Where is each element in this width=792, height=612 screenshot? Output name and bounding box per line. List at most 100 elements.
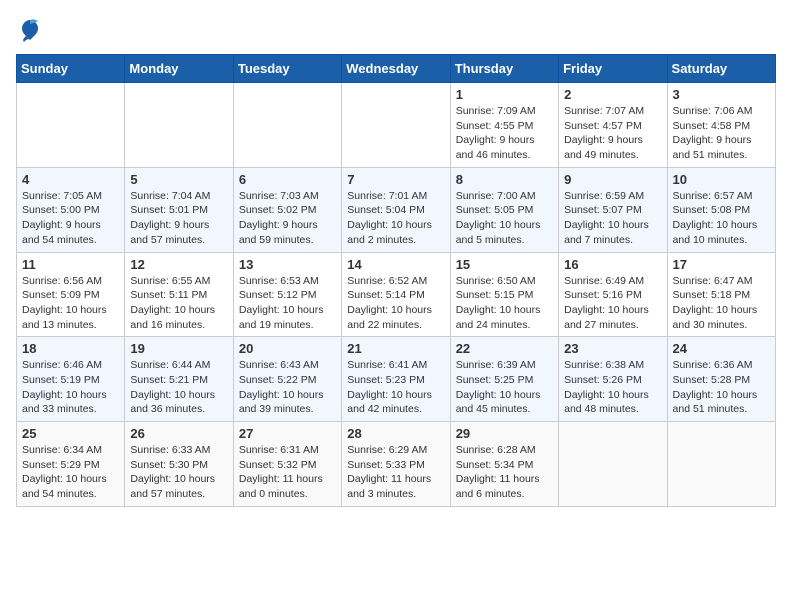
- day-number: 18: [22, 341, 119, 356]
- day-info: Sunrise: 6:52 AM Sunset: 5:14 PM Dayligh…: [347, 274, 444, 333]
- day-number: 26: [130, 426, 227, 441]
- day-number: 20: [239, 341, 336, 356]
- day-number: 10: [673, 172, 770, 187]
- calendar-cell: 9 Sunrise: 6:59 AM Sunset: 5:07 PM Daylig…: [559, 167, 667, 252]
- day-number: 2: [564, 87, 661, 102]
- calendar-cell: 19Sunrise: 6:44 AM Sunset: 5:21 PM Dayli…: [125, 337, 233, 422]
- calendar-cell: 24 Sunrise: 6:36 AM Sunset: 5:28 PM Dayli…: [667, 337, 775, 422]
- day-info: Sunrise: 6:46 AM Sunset: 5:19 PM Dayligh…: [22, 358, 119, 417]
- calendar-cell: 11Sunrise: 6:56 AM Sunset: 5:09 PM Dayli…: [17, 252, 125, 337]
- calendar-cell: 2 Sunrise: 7:07 AM Sunset: 4:57 PM Daylig…: [559, 83, 667, 168]
- day-info: Sunrise: 6:29 AM Sunset: 5:33 PM Dayligh…: [347, 443, 444, 502]
- weekday-header-sunday: Sunday: [17, 55, 125, 83]
- day-number: 7: [347, 172, 444, 187]
- day-number: 17: [673, 257, 770, 272]
- day-info: Sunrise: 7:09 AM Sunset: 4:55 PM Dayligh…: [456, 104, 553, 163]
- day-info: Sunrise: 6:56 AM Sunset: 5:09 PM Dayligh…: [22, 274, 119, 333]
- day-info: Sunrise: 7:04 AM Sunset: 5:01 PM Dayligh…: [130, 189, 227, 248]
- day-info: Sunrise: 6:39 AM Sunset: 5:25 PM Dayligh…: [456, 358, 553, 417]
- calendar-cell: 16 Sunrise: 6:49 AM Sunset: 5:16 PM Dayli…: [559, 252, 667, 337]
- day-info: Sunrise: 6:59 AM Sunset: 5:07 PM Dayligh…: [564, 189, 661, 248]
- day-number: 14: [347, 257, 444, 272]
- calendar-cell: 26 Sunrise: 6:33 AM Sunset: 5:30 PM Dayli…: [125, 422, 233, 507]
- weekday-header-saturday: Saturday: [667, 55, 775, 83]
- calendar-cell: 23 Sunrise: 6:38 AM Sunset: 5:26 PM Dayli…: [559, 337, 667, 422]
- calendar-cell: 14 Sunrise: 6:52 AM Sunset: 5:14 PM Dayli…: [342, 252, 450, 337]
- calendar-week-row: 18 Sunrise: 6:46 AM Sunset: 5:19 PM Dayli…: [17, 337, 776, 422]
- day-number: 21: [347, 341, 444, 356]
- day-info: Sunrise: 6:49 AM Sunset: 5:16 PM Dayligh…: [564, 274, 661, 333]
- day-number: 8: [456, 172, 553, 187]
- day-info: Sunrise: 6:41 AM Sunset: 5:23 PM Dayligh…: [347, 358, 444, 417]
- calendar-cell: [125, 83, 233, 168]
- weekday-header-thursday: Thursday: [450, 55, 558, 83]
- day-number: 24: [673, 341, 770, 356]
- calendar-cell: 6 Sunrise: 7:03 AM Sunset: 5:02 PM Daylig…: [233, 167, 341, 252]
- day-number: 3: [673, 87, 770, 102]
- calendar-cell: 10 Sunrise: 6:57 AM Sunset: 5:08 PM Dayli…: [667, 167, 775, 252]
- day-info: Sunrise: 7:07 AM Sunset: 4:57 PM Dayligh…: [564, 104, 661, 163]
- day-number: 16: [564, 257, 661, 272]
- calendar-cell: [667, 422, 775, 507]
- calendar-cell: 18 Sunrise: 6:46 AM Sunset: 5:19 PM Dayli…: [17, 337, 125, 422]
- day-number: 13: [239, 257, 336, 272]
- weekday-header-monday: Monday: [125, 55, 233, 83]
- day-number: 28: [347, 426, 444, 441]
- calendar-cell: 3 Sunrise: 7:06 AM Sunset: 4:58 PM Daylig…: [667, 83, 775, 168]
- day-number: 12: [130, 257, 227, 272]
- weekday-header-tuesday: Tuesday: [233, 55, 341, 83]
- calendar-cell: [559, 422, 667, 507]
- day-info: Sunrise: 6:38 AM Sunset: 5:26 PM Dayligh…: [564, 358, 661, 417]
- day-number: 6: [239, 172, 336, 187]
- day-info: Sunrise: 6:31 AM Sunset: 5:32 PM Dayligh…: [239, 443, 336, 502]
- day-info: Sunrise: 7:00 AM Sunset: 5:05 PM Dayligh…: [456, 189, 553, 248]
- day-info: Sunrise: 6:28 AM Sunset: 5:34 PM Dayligh…: [456, 443, 553, 502]
- day-info: Sunrise: 6:55 AM Sunset: 5:11 PM Dayligh…: [130, 274, 227, 333]
- calendar-cell: 28 Sunrise: 6:29 AM Sunset: 5:33 PM Dayli…: [342, 422, 450, 507]
- weekday-header-friday: Friday: [559, 55, 667, 83]
- day-number: 19: [130, 341, 227, 356]
- day-number: 9: [564, 172, 661, 187]
- calendar-cell: 21 Sunrise: 6:41 AM Sunset: 5:23 PM Dayli…: [342, 337, 450, 422]
- calendar-cell: 20 Sunrise: 6:43 AM Sunset: 5:22 PM Dayli…: [233, 337, 341, 422]
- calendar-week-row: 4Sunrise: 7:05 AM Sunset: 5:00 PM Daylig…: [17, 167, 776, 252]
- calendar-cell: 7 Sunrise: 7:01 AM Sunset: 5:04 PM Daylig…: [342, 167, 450, 252]
- day-info: Sunrise: 7:05 AM Sunset: 5:00 PM Dayligh…: [22, 189, 119, 248]
- calendar-cell: 29 Sunrise: 6:28 AM Sunset: 5:34 PM Dayli…: [450, 422, 558, 507]
- calendar-week-row: 1 Sunrise: 7:09 AM Sunset: 4:55 PM Daylig…: [17, 83, 776, 168]
- calendar-cell: 5 Sunrise: 7:04 AM Sunset: 5:01 PM Daylig…: [125, 167, 233, 252]
- weekday-header-wednesday: Wednesday: [342, 55, 450, 83]
- day-number: 1: [456, 87, 553, 102]
- day-info: Sunrise: 7:01 AM Sunset: 5:04 PM Dayligh…: [347, 189, 444, 248]
- day-info: Sunrise: 6:36 AM Sunset: 5:28 PM Dayligh…: [673, 358, 770, 417]
- day-number: 29: [456, 426, 553, 441]
- day-info: Sunrise: 6:43 AM Sunset: 5:22 PM Dayligh…: [239, 358, 336, 417]
- calendar-cell: 12 Sunrise: 6:55 AM Sunset: 5:11 PM Dayli…: [125, 252, 233, 337]
- day-number: 25: [22, 426, 119, 441]
- day-info: Sunrise: 6:33 AM Sunset: 5:30 PM Dayligh…: [130, 443, 227, 502]
- calendar-cell: 1 Sunrise: 7:09 AM Sunset: 4:55 PM Daylig…: [450, 83, 558, 168]
- calendar-cell: 15 Sunrise: 6:50 AM Sunset: 5:15 PM Dayli…: [450, 252, 558, 337]
- day-info: Sunrise: 6:47 AM Sunset: 5:18 PM Dayligh…: [673, 274, 770, 333]
- day-number: 5: [130, 172, 227, 187]
- day-info: Sunrise: 7:06 AM Sunset: 4:58 PM Dayligh…: [673, 104, 770, 163]
- day-info: Sunrise: 6:53 AM Sunset: 5:12 PM Dayligh…: [239, 274, 336, 333]
- calendar-cell: 27 Sunrise: 6:31 AM Sunset: 5:32 PM Dayli…: [233, 422, 341, 507]
- calendar-week-row: 25 Sunrise: 6:34 AM Sunset: 5:29 PM Dayli…: [17, 422, 776, 507]
- calendar-table: SundayMondayTuesdayWednesdayThursdayFrid…: [16, 54, 776, 507]
- calendar-cell: [233, 83, 341, 168]
- day-number: 15: [456, 257, 553, 272]
- day-info: Sunrise: 6:34 AM Sunset: 5:29 PM Dayligh…: [22, 443, 119, 502]
- calendar-week-row: 11Sunrise: 6:56 AM Sunset: 5:09 PM Dayli…: [17, 252, 776, 337]
- day-number: 23: [564, 341, 661, 356]
- calendar-cell: [342, 83, 450, 168]
- page-header: [16, 16, 776, 44]
- day-number: 22: [456, 341, 553, 356]
- logo: [16, 16, 48, 44]
- day-info: Sunrise: 6:50 AM Sunset: 5:15 PM Dayligh…: [456, 274, 553, 333]
- calendar-header-row: SundayMondayTuesdayWednesdayThursdayFrid…: [17, 55, 776, 83]
- calendar-cell: 8 Sunrise: 7:00 AM Sunset: 5:05 PM Daylig…: [450, 167, 558, 252]
- day-number: 27: [239, 426, 336, 441]
- day-info: Sunrise: 6:57 AM Sunset: 5:08 PM Dayligh…: [673, 189, 770, 248]
- day-info: Sunrise: 7:03 AM Sunset: 5:02 PM Dayligh…: [239, 189, 336, 248]
